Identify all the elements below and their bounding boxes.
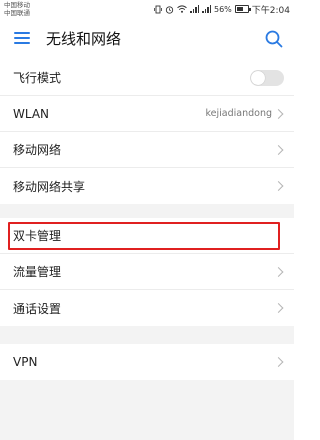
section-divider [0,204,294,218]
settings-group-1: 飞行模式 WLAN kejiadiandong 移动网络 移动网络共享 [0,60,294,204]
chevron-right-icon [273,266,284,277]
airplane-mode-label: 飞行模式 [13,71,62,85]
carrier-2: 中国联通 [4,9,30,17]
search-icon[interactable] [264,29,284,49]
bottom-background [0,380,294,440]
wlan-row[interactable]: WLAN kejiadiandong [0,96,294,132]
wifi-icon [177,5,187,13]
mobile-network-label: 移动网络 [13,143,62,157]
tethering-label: 移动网络共享 [13,179,86,194]
battery-icon [234,5,251,13]
toggle-knob [251,70,265,85]
wlan-label: WLAN [13,106,50,121]
chevron-right-icon [273,181,284,191]
alarm-icon [165,5,174,14]
call-settings-label: 通话设置 [13,301,62,316]
highlight-box [8,222,280,250]
carrier-1: 中国移动 [4,1,30,9]
airplane-mode-toggle[interactable] [250,69,284,86]
vpn-row[interactable]: VPN [0,344,294,380]
settings-group-3: VPN [0,344,294,380]
mobile-network-row[interactable]: 移动网络 [0,132,294,168]
section-divider [0,326,294,344]
data-usage-label: 流量管理 [13,265,62,279]
airplane-mode-row[interactable]: 飞行模式 [0,60,294,96]
signal-1-icon [190,5,199,13]
chevron-right-icon [273,144,284,155]
data-usage-row[interactable]: 流量管理 [0,254,294,290]
vibrate-icon [154,5,162,13]
call-settings-row[interactable]: 通话设置 [0,290,294,326]
battery-percent: 56% [214,4,232,14]
title-bar: 无线和网络 [0,18,294,60]
vpn-label: VPN [13,355,38,369]
status-icons: 56% 下午2:04 [154,3,290,16]
menu-icon[interactable] [14,32,30,44]
clock: 下午2:04 [251,5,290,16]
page-title: 无线和网络 [46,30,122,48]
chevron-right-icon [273,357,284,367]
chevron-right-icon [273,303,284,313]
chevron-right-icon [273,108,284,119]
tethering-row[interactable]: 移动网络共享 [0,168,294,204]
status-bar: 中国移动 中国联通 56% 下午2:04 [0,0,294,18]
carrier-labels: 中国移动 中国联通 [4,1,30,17]
wlan-network-name: kejiadiandong [205,108,272,119]
signal-2-icon [202,5,211,13]
